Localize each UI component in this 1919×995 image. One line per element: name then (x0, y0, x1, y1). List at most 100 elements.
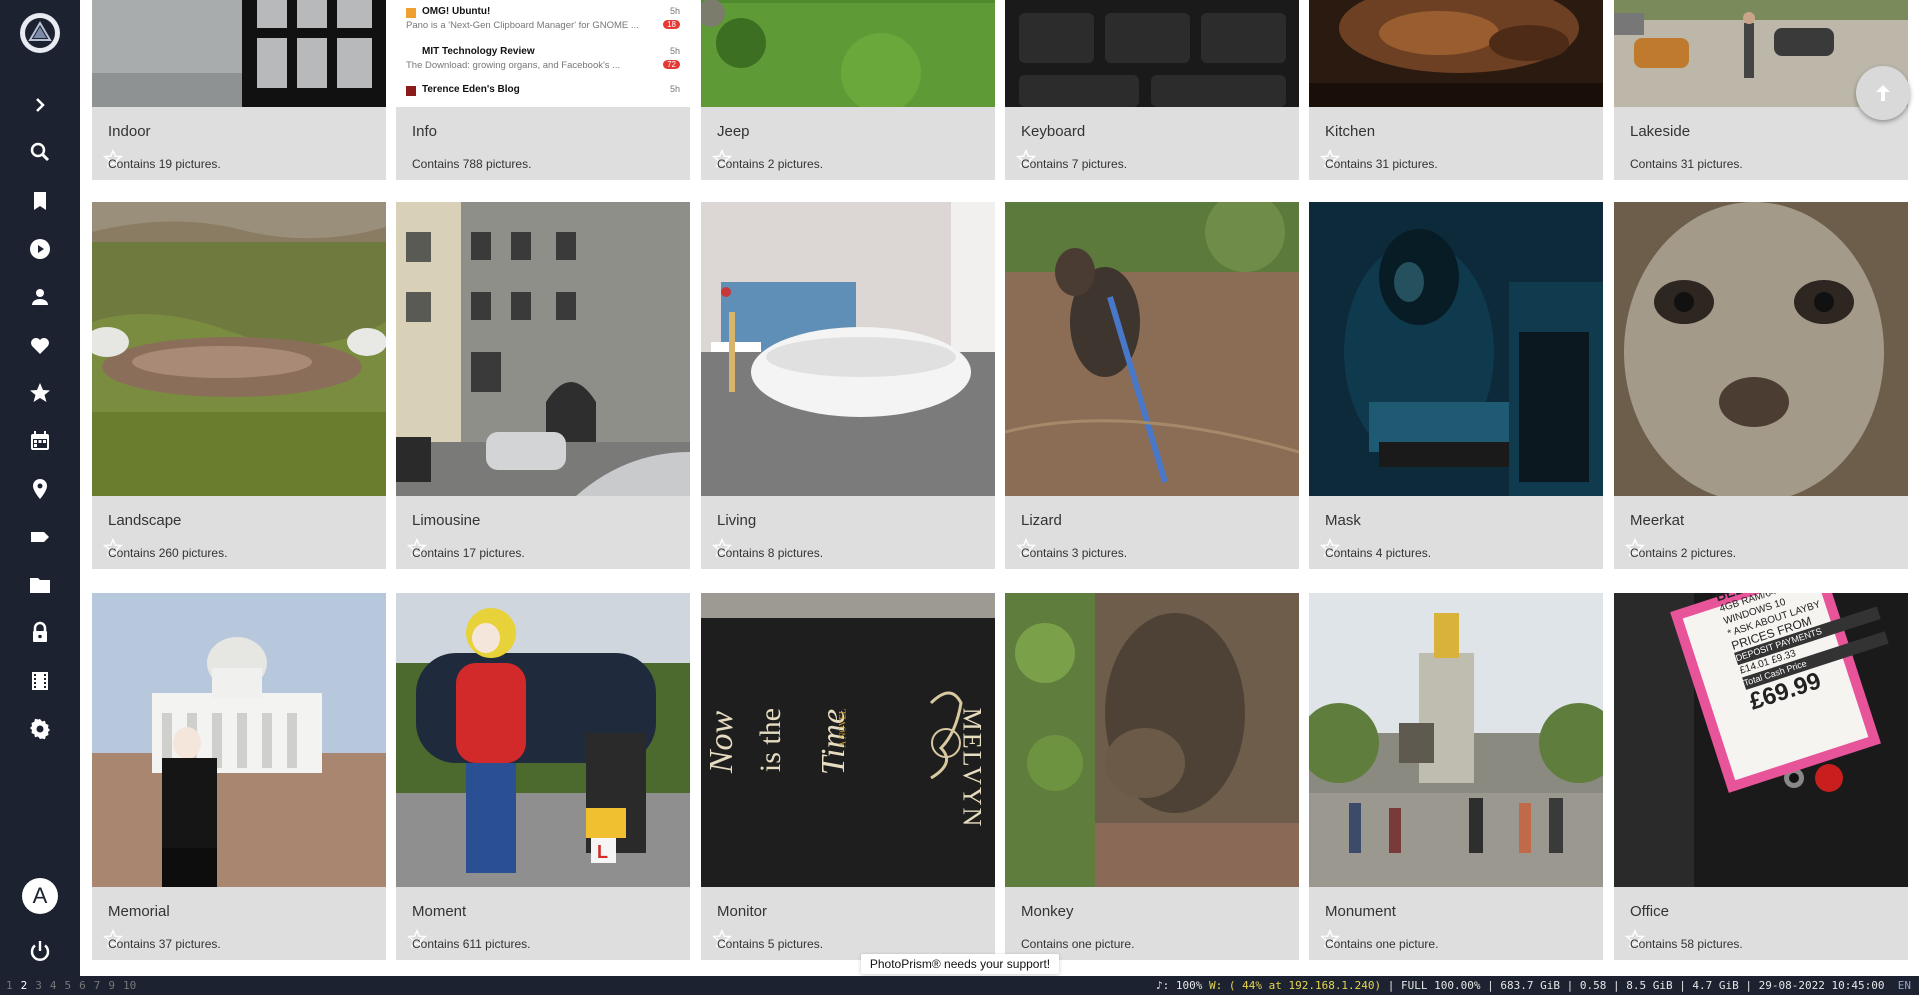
feed-badge: 18 (663, 20, 680, 29)
folder-icon[interactable] (24, 569, 56, 601)
heart-icon[interactable] (24, 329, 56, 361)
label-card-monitor[interactable]: Now is the Time A NOVEL MELVYN Monitor C… (701, 593, 995, 960)
label-count: Contains 5 pictures. (717, 937, 824, 951)
chevron-right-icon[interactable] (24, 89, 56, 121)
book-title-word: Now (703, 710, 741, 774)
label-grid: Indoor Contains 19 pictures. OMG! Ubuntu… (80, 0, 1919, 976)
label-count: Contains 260 pictures. (108, 546, 228, 560)
scroll-to-top-button[interactable] (1856, 66, 1910, 120)
arrow-up-icon (1876, 85, 1890, 101)
label-count: Contains 17 pictures. (412, 546, 525, 560)
power-icon[interactable] (24, 935, 56, 967)
label-thumbnail[interactable] (92, 202, 386, 496)
label-thumbnail[interactable]: OMG! Ubuntu! 5h Pano is a 'Next-Gen Clip… (396, 0, 690, 107)
label-title: Memorial (108, 903, 170, 920)
workspace-7[interactable]: 7 (94, 979, 101, 992)
workspace-1[interactable]: 1 (6, 979, 13, 992)
gear-icon[interactable] (24, 713, 56, 745)
label-card-monkey[interactable]: Monkey Contains one picture. (1005, 593, 1299, 960)
star-icon[interactable] (24, 377, 56, 409)
feed-time: 5h (669, 6, 680, 16)
lock-icon[interactable] (24, 617, 56, 649)
label-title: Moment (412, 903, 467, 920)
label-thumbnail[interactable] (1309, 593, 1603, 887)
label-card-info[interactable]: OMG! Ubuntu! 5h Pano is a 'Next-Gen Clip… (396, 0, 690, 180)
workspace-6[interactable]: 6 (79, 979, 86, 992)
film-icon[interactable] (24, 665, 56, 697)
system-status-bar: 1 2 3 4 5 6 7 9 10 ♪: 100% W: ( 44% at 1… (0, 976, 1919, 995)
label-thumbnail[interactable]: Now is the Time A NOVEL MELVYN (701, 593, 995, 887)
label-count: Contains 19 pictures. (108, 157, 221, 171)
label-thumbnail[interactable] (92, 0, 386, 107)
person-icon[interactable] (24, 281, 56, 313)
workspace-10[interactable]: 10 (123, 979, 136, 992)
feed-badge: 72 (663, 60, 680, 69)
label-icon[interactable] (24, 521, 56, 553)
label-card-kitchen[interactable]: Kitchen Contains 31 pictures. (1309, 0, 1603, 180)
label-card-living[interactable]: Living Contains 8 pictures. (701, 202, 995, 569)
label-count: Contains 611 pictures. (412, 937, 531, 951)
feed-time: 5h (669, 46, 680, 56)
bookmark-icon[interactable] (24, 185, 56, 217)
label-title: Jeep (717, 123, 750, 140)
map-pin-icon[interactable] (24, 473, 56, 505)
label-thumbnail[interactable] (1309, 0, 1603, 107)
search-icon[interactable] (24, 136, 56, 168)
label-thumbnail[interactable] (1005, 593, 1299, 887)
label-title: Indoor (108, 123, 151, 140)
label-card-limousine[interactable]: Limousine Contains 17 pictures. (396, 202, 690, 569)
label-thumbnail[interactable]: L (396, 593, 690, 887)
label-count: Contains 2 pictures. (1630, 546, 1737, 560)
book-subtitle: A NOVEL (837, 708, 848, 748)
label-count: Contains 31 pictures. (1630, 157, 1743, 171)
label-card-indoor[interactable]: Indoor Contains 19 pictures. (92, 0, 386, 180)
label-title: Lakeside (1630, 123, 1691, 140)
label-thumbnail[interactable] (1614, 202, 1908, 496)
label-count: Contains 37 pictures. (108, 937, 221, 951)
label-title: Monitor (717, 903, 768, 920)
workspace-3[interactable]: 3 (35, 979, 42, 992)
label-title: Monkey (1021, 903, 1074, 920)
label-card-monument[interactable]: Monument Contains one picture. (1309, 593, 1603, 960)
label-count: Contains 2 pictures. (717, 157, 824, 171)
feed-time: 5h (669, 84, 680, 94)
label-count: Contains 58 pictures. (1630, 937, 1743, 951)
label-card-keyboard[interactable]: Keyboard Contains 7 pictures. (1005, 0, 1299, 180)
label-card-mask[interactable]: Mask Contains 4 pictures. (1309, 202, 1603, 569)
workspace-5[interactable]: 5 (65, 979, 72, 992)
label-thumbnail[interactable] (1005, 202, 1299, 496)
label-thumbnail[interactable] (92, 593, 386, 887)
sidebar: A (0, 0, 80, 976)
book-title-word: is the (754, 707, 788, 773)
avatar[interactable]: A (22, 878, 58, 914)
label-card-jeep[interactable]: Jeep Contains 2 pictures. (701, 0, 995, 180)
label-count: Contains 31 pictures. (1325, 157, 1438, 171)
label-card-landscape[interactable]: Landscape Contains 260 pictures. (92, 202, 386, 569)
label-thumbnail[interactable] (701, 0, 995, 107)
label-card-meerkat[interactable]: Meerkat Contains 2 pictures. (1614, 202, 1908, 569)
calendar-icon[interactable] (24, 425, 56, 457)
workspace-4[interactable]: 4 (50, 979, 57, 992)
label-title: Info (412, 123, 438, 140)
support-snackbar[interactable]: PhotoPrism® needs your support! (861, 954, 1059, 974)
label-thumbnail[interactable] (1309, 202, 1603, 496)
play-circle-icon[interactable] (24, 233, 56, 265)
feed-source: MIT Technology Review (422, 46, 535, 57)
label-count: Contains one picture. (1021, 937, 1135, 951)
photoprism-logo[interactable] (20, 13, 60, 53)
label-thumbnail[interactable] (396, 202, 690, 496)
label-card-lizard[interactable]: Lizard Contains 3 pictures. (1005, 202, 1299, 569)
book-author: MELVYN (957, 707, 987, 829)
label-thumbnail[interactable] (701, 202, 995, 496)
label-card-moment[interactable]: L Moment Contains 611 pictures. (396, 593, 690, 960)
label-thumbnail[interactable] (1005, 0, 1299, 107)
feed-icon (406, 8, 416, 18)
workspace-list: 1 2 3 4 5 6 7 9 10 (6, 979, 136, 992)
label-card-office[interactable]: BEELI 4GB RAM/64GB WINDOWS 10 * ASK ABOU… (1614, 593, 1908, 960)
workspace-2[interactable]: 2 (21, 979, 28, 992)
label-card-memorial[interactable]: Memorial Contains 37 pictures. (92, 593, 386, 960)
label-title: Kitchen (1325, 123, 1376, 140)
label-thumbnail[interactable]: BEELI 4GB RAM/64GB WINDOWS 10 * ASK ABOU… (1614, 593, 1908, 887)
workspace-9[interactable]: 9 (108, 979, 115, 992)
status-info: ♪: 100% W: ( 44% at 192.168.1.240) | FUL… (1156, 979, 1911, 992)
